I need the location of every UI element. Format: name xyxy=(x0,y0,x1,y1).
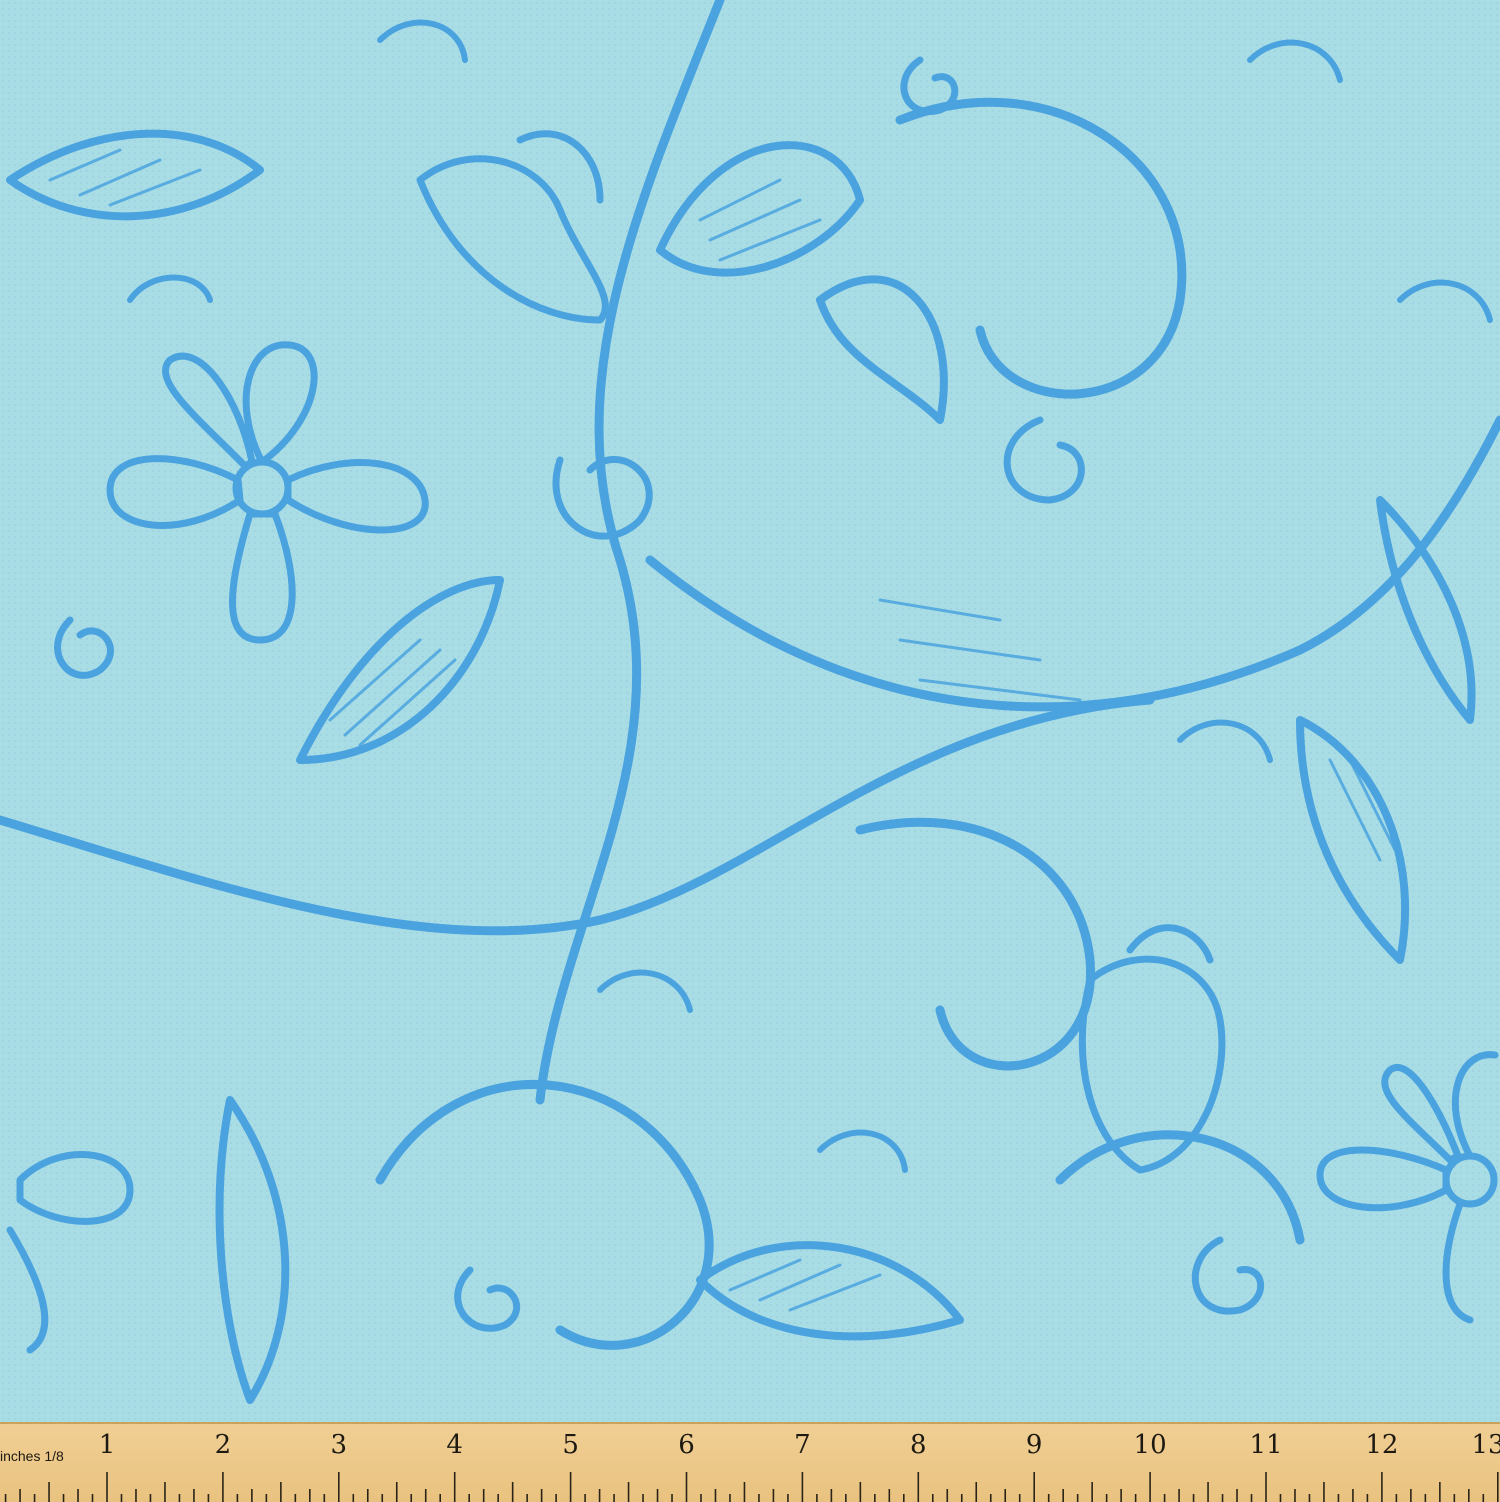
ruler-number: 3 xyxy=(330,1430,348,1460)
ruler-number: 13 xyxy=(1471,1430,1500,1460)
ruler-unit-label: inches 1/8 xyxy=(0,1448,64,1464)
ruler-number: 11 xyxy=(1249,1430,1283,1460)
ruler-number: 2 xyxy=(214,1430,232,1460)
ruler-number: 8 xyxy=(910,1430,927,1460)
ruler-number: 1 xyxy=(98,1430,116,1460)
ruler-number: 7 xyxy=(794,1430,811,1460)
fabric-swatch xyxy=(0,0,1500,1422)
ruler-number: 9 xyxy=(1025,1430,1043,1460)
measuring-ruler: inches 1/8 1 2 3 4 5 6 7 8 9 10 11 12 13 xyxy=(0,1422,1500,1502)
ruler-number: 6 xyxy=(678,1430,695,1460)
ruler-number: 4 xyxy=(446,1430,463,1460)
ruler-number: 5 xyxy=(562,1430,579,1460)
ruler-number: 10 xyxy=(1133,1430,1167,1460)
ruler-number: 12 xyxy=(1365,1430,1399,1460)
floral-pattern xyxy=(0,0,1500,1422)
